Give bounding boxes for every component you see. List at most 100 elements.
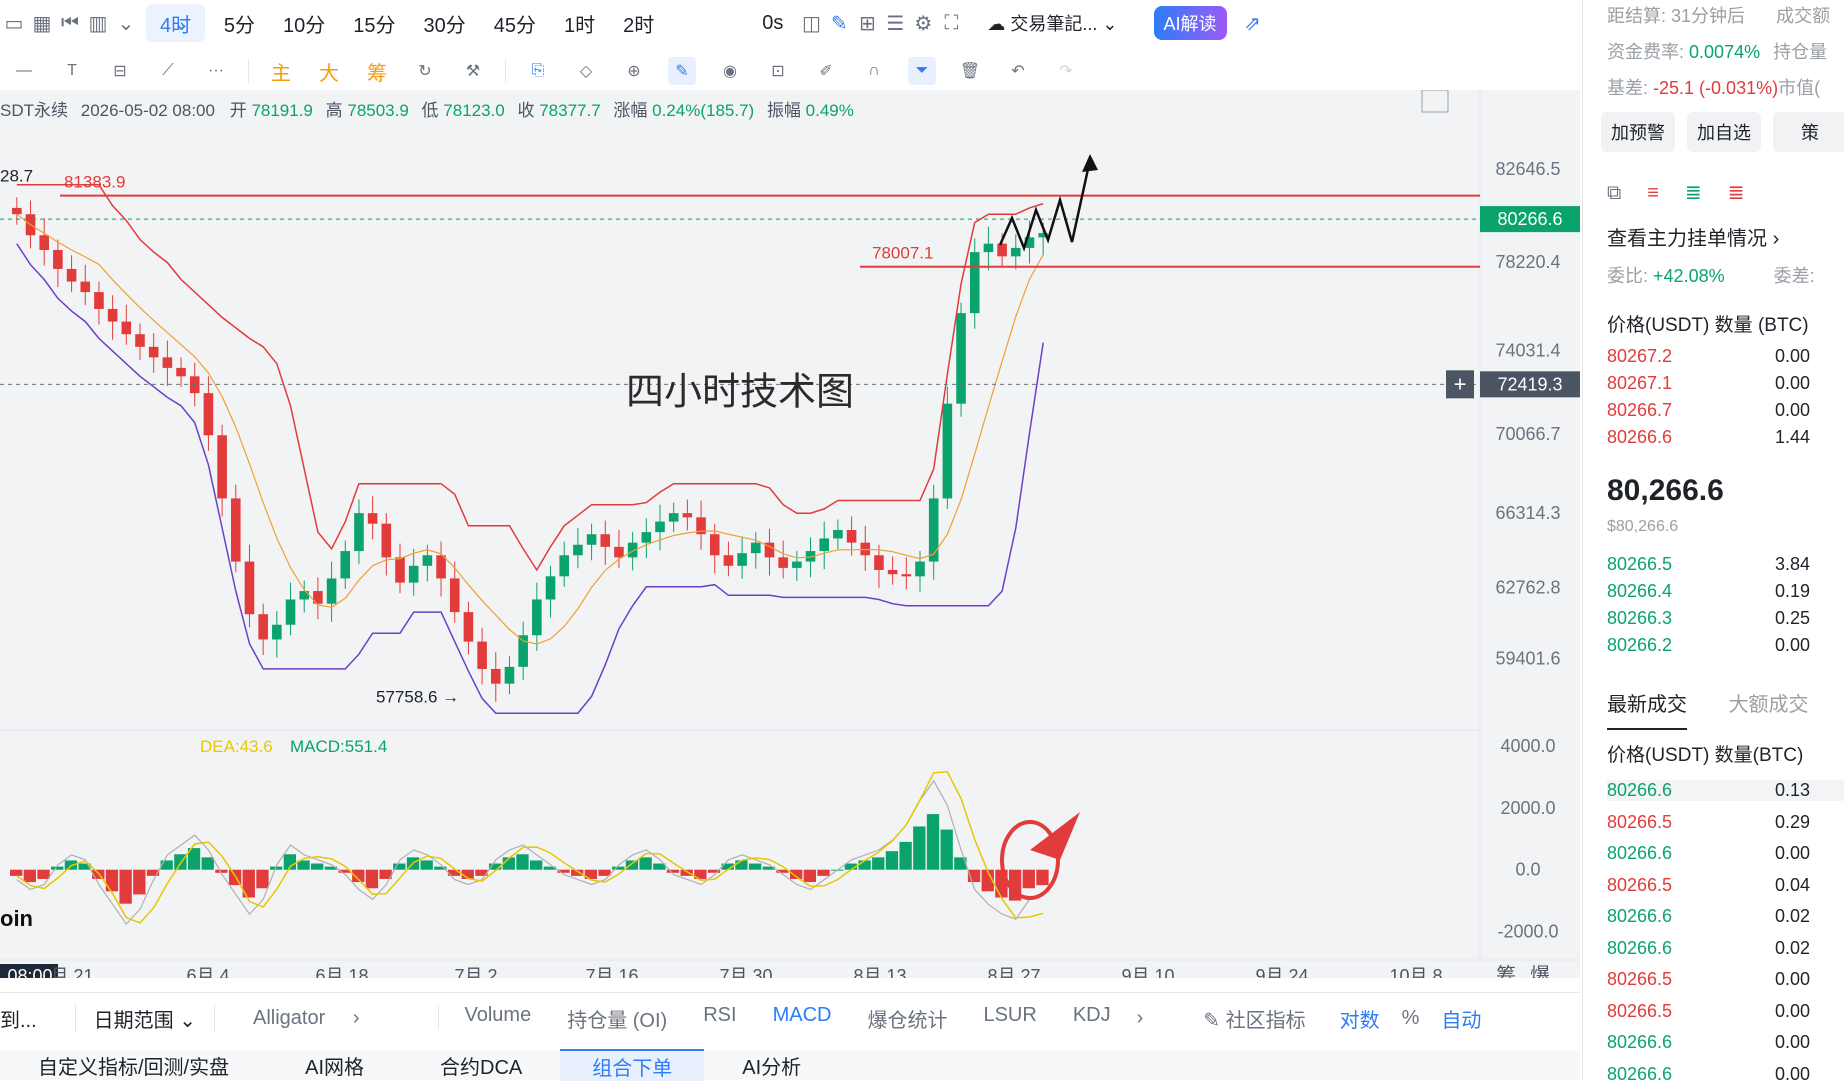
orderbook-asks-icon[interactable]: ≣ [1728, 182, 1771, 204]
indicator-tab-1[interactable]: 持仓量 (OI) [549, 1004, 685, 1033]
log-toggle[interactable]: 对数 [1340, 1004, 1380, 1033]
layout-icon[interactable]: ▭ [0, 9, 28, 37]
undo-icon[interactable]: ↶ [1004, 57, 1032, 85]
strategy-button[interactable]: 策 [1773, 112, 1844, 152]
percent-toggle[interactable]: % [1402, 1007, 1420, 1030]
brush-icon[interactable]: ⚒ [459, 57, 487, 85]
timeframe-3[interactable]: 15分 [339, 0, 409, 46]
candle-body [532, 599, 542, 636]
bottom-tab-0[interactable]: 自定义指标/回测/实盘 [0, 1051, 267, 1080]
redo-icon[interactable]: ↷ [1052, 57, 1080, 85]
timeframe-6[interactable]: 1时 [550, 0, 609, 46]
indicator-tab-0[interactable]: Volume [447, 1004, 550, 1033]
indicator-tab-4[interactable]: 爆仓统计 [849, 1004, 965, 1033]
dea-line [16, 771, 1044, 924]
eye-icon[interactable]: ◉ [716, 57, 744, 85]
tab-big-trades[interactable]: 大额成交 [1729, 694, 1809, 716]
community-indicators[interactable]: ✎ 社区指标 [1203, 1004, 1305, 1033]
orderbook-title-link[interactable]: 查看主力挂单情况 › [1607, 222, 1844, 251]
indicator-tabs: Volume 持仓量 (OI) RSI MACD 爆仓统计 LSUR KDJ [447, 1004, 1129, 1033]
ask-row[interactable]: 80267.2 0.00 [1607, 346, 1844, 367]
indicator-tab-2[interactable]: RSI [685, 1004, 754, 1033]
liquidation-toggle[interactable]: 爆 [1530, 964, 1550, 978]
bid-row[interactable]: 80266.4 0.19 [1607, 581, 1844, 602]
macd-histogram-bar [365, 869, 379, 889]
alligator-indicator[interactable]: Alligator › [235, 1007, 378, 1030]
unlock-icon[interactable]: ⊡ [764, 57, 792, 85]
list-icon[interactable]: ☰ [881, 9, 909, 37]
price-chart-svg[interactable]: 82646.5 78220.4 74031.4 70066.7 66314.3 62762… [0, 90, 1580, 978]
text-tool-icon[interactable]: T [58, 57, 86, 85]
macd-histogram-bar [858, 860, 871, 870]
indicator-tab-3[interactable]: MACD [755, 1004, 850, 1033]
magnet-icon[interactable]: ∩ [860, 57, 888, 85]
edit-list-icon[interactable]: ✐ [812, 57, 840, 85]
bid-row[interactable]: 80266.5 3.84 [1607, 554, 1844, 575]
pen-icon[interactable]: ✎ [825, 9, 853, 37]
ask-row[interactable]: 80267.1 0.00 [1607, 373, 1844, 394]
bottom-tab-4[interactable]: AI分析 [704, 1051, 839, 1080]
bid-row[interactable]: 80266.2 0.00 [1607, 635, 1844, 656]
share-icon[interactable]: ⇗ [1239, 9, 1267, 37]
bars-icon[interactable]: ▥ [84, 9, 112, 37]
realtime-label[interactable]: 0s [748, 0, 797, 46]
trade-price: 80266.5 [1607, 874, 1673, 895]
trash-icon[interactable]: 🗑 [956, 57, 984, 85]
bottom-tab-2[interactable]: 合约DCA [402, 1051, 560, 1080]
tab-latest-trades[interactable]: 最新成交 [1607, 694, 1687, 730]
ai-button[interactable]: AI解读 [1153, 6, 1227, 40]
timeframe-1[interactable]: 5分 [210, 0, 269, 46]
filter-icon[interactable]: ⏷ [908, 57, 936, 85]
volume-label: 成交额 [1776, 6, 1831, 26]
pencil-active-icon[interactable]: ✎ [668, 57, 696, 85]
orderbook-bids-icon[interactable]: ≣ [1685, 182, 1728, 204]
fullscreen-icon[interactable]: ⛶ [937, 9, 965, 37]
ruler-icon[interactable]: ⊟ [106, 57, 134, 85]
trade-qty: 0.04 [1775, 874, 1811, 895]
timeframe-2[interactable]: 10分 [269, 0, 339, 46]
edit-icon: ✎ [1203, 1009, 1221, 1032]
settings-icon[interactable]: ⚙ [909, 9, 937, 37]
tag-icon[interactable]: ◇ [572, 57, 600, 85]
indicator-big[interactable]: 大 [315, 57, 343, 85]
timeframe-5[interactable]: 45分 [480, 0, 550, 46]
more-icon[interactable]: ··· [202, 57, 230, 85]
candle-body [231, 498, 241, 562]
journal-button[interactable]: ☁ 交易筆記... ⌄ [987, 10, 1117, 36]
chip-distribution-toggle[interactable]: 筹 [1496, 964, 1516, 978]
macd-histogram-bar [899, 841, 912, 870]
orderbook-both-icon[interactable]: ≡ [1647, 182, 1685, 204]
timeframe-7[interactable]: 2时 [609, 0, 668, 46]
settle-value: 31分钟后 [1671, 6, 1746, 26]
add-window-icon[interactable]: ⊞ [853, 9, 881, 37]
date-range-dropdown[interactable]: 日期范围 ⌄ [74, 1003, 215, 1033]
indicator-tab-6[interactable]: KDJ [1055, 1004, 1129, 1033]
grid-icon[interactable]: ▦ [28, 9, 56, 37]
indicator-main[interactable]: 主 [267, 57, 295, 85]
bottom-feature-tabs: 自定义指标/回测/实盘 AI网格 合约DCA 组合下单 AI分析 [0, 1049, 1580, 1081]
add-alert-button[interactable]: 加预警 [1601, 112, 1675, 152]
chevron-right-icon[interactable]: › [1137, 1007, 1144, 1030]
indicator-tab-5[interactable]: LSUR [965, 1004, 1054, 1033]
indicator-chip[interactable]: 筹 [363, 57, 391, 85]
rewind-icon[interactable]: ⏮ [56, 9, 84, 37]
ask-row[interactable]: 80266.7 0.00 [1607, 400, 1844, 421]
add-favorite-button[interactable]: 加自选 [1687, 112, 1761, 152]
horizontal-line-icon[interactable]: — [10, 57, 38, 85]
zoom-icon[interactable]: ⊕ [620, 57, 648, 85]
bid-row[interactable]: 80266.3 0.25 [1607, 608, 1844, 629]
replay-icon[interactable]: ↻ [411, 57, 439, 85]
bottom-tab-3[interactable]: 组合下单 [560, 1049, 705, 1081]
timeframe-4[interactable]: 30分 [410, 0, 480, 46]
bookmark-icon[interactable]: ⎘ [524, 57, 552, 85]
auto-toggle[interactable]: 自动 [1441, 1004, 1481, 1033]
range-jump[interactable]: 到... [0, 1004, 55, 1033]
chevron-down-icon[interactable]: ⌄ [112, 9, 140, 37]
candle-body [942, 403, 953, 499]
candle-body [887, 570, 898, 575]
camera-icon[interactable]: ◫ [797, 9, 825, 37]
trend-line-icon[interactable]: ⟋ [154, 57, 182, 85]
popout-icon[interactable]: ⧉ [1607, 182, 1647, 204]
bottom-tab-1[interactable]: AI网格 [267, 1051, 402, 1080]
ask-row[interactable]: 80266.6 1.44 [1607, 427, 1844, 448]
